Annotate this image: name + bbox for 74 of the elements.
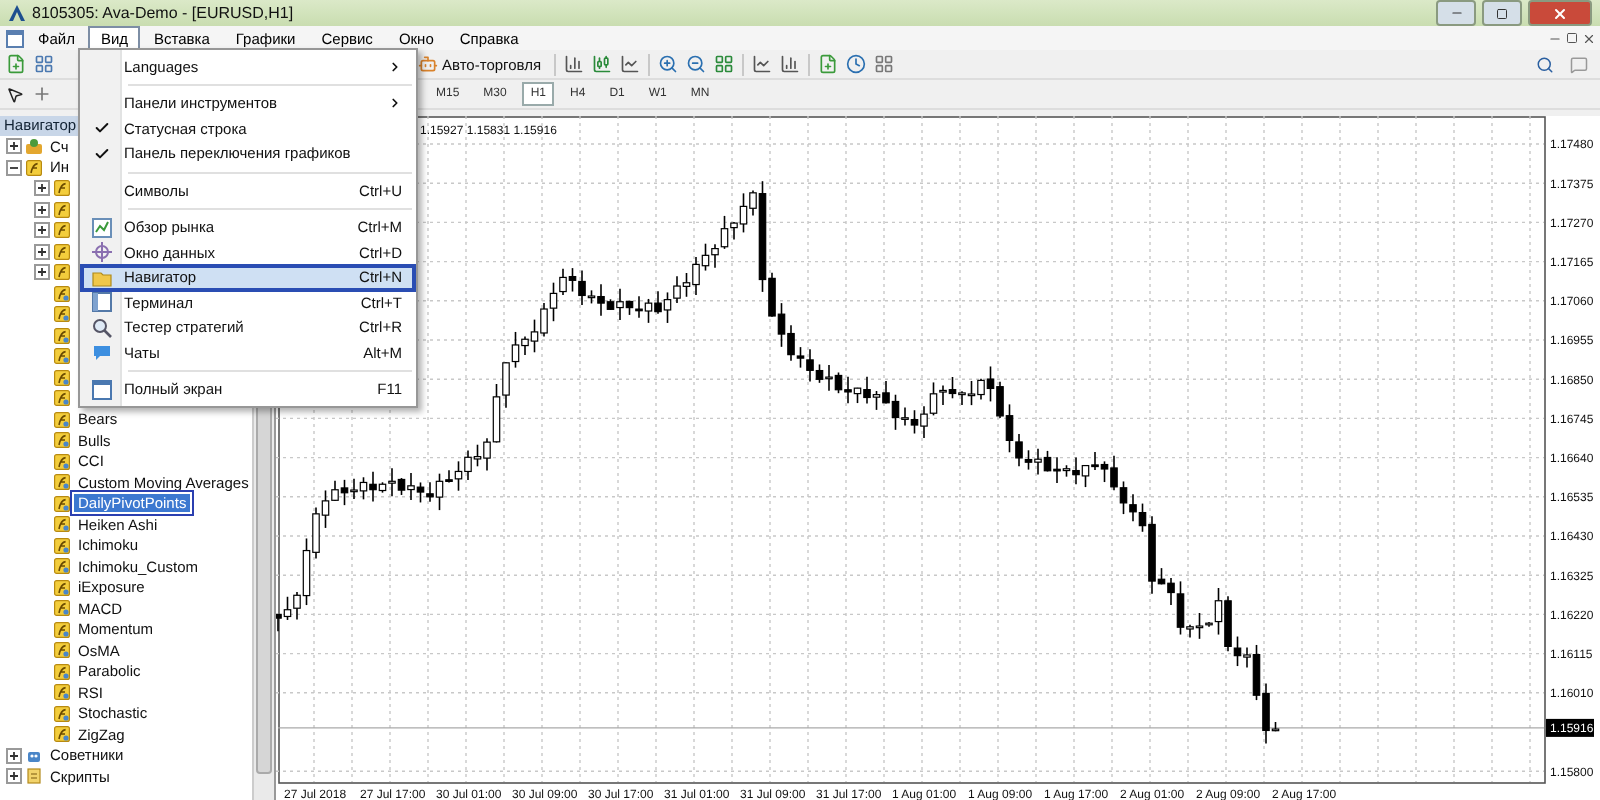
indicator-icon (54, 537, 70, 554)
indicator-icon (54, 264, 70, 281)
indicator-icon (54, 390, 70, 407)
indicator-icon (54, 516, 70, 533)
indicator-icon (54, 684, 70, 701)
profiles-icon[interactable] (34, 54, 54, 74)
minimize-icon (1449, 6, 1463, 20)
indicator-icon (54, 621, 70, 638)
tile-windows-icon[interactable] (713, 54, 734, 74)
indicator-icon (54, 432, 70, 449)
magnifier-icon (92, 317, 112, 338)
candlestick-icon[interactable] (591, 54, 612, 74)
autoscroll-icon[interactable] (779, 54, 800, 74)
indicator-icon (54, 558, 70, 575)
indicators-icon[interactable] (817, 54, 838, 74)
crosshair-icon (92, 242, 112, 263)
indicator-icon (54, 306, 70, 323)
close-button[interactable] (1528, 0, 1592, 26)
indicator-icon (54, 600, 70, 617)
indicator-icon (54, 411, 70, 428)
window-icon (92, 292, 112, 313)
expand-toggle[interactable] (34, 222, 50, 239)
expand-toggle[interactable] (6, 138, 22, 155)
indicator-icon (54, 285, 70, 302)
close-icon (1552, 5, 1568, 21)
robot-icon (26, 747, 42, 764)
indicator-icon (54, 327, 70, 344)
folder-icon (92, 267, 112, 288)
market-watch-icon (92, 217, 112, 238)
expand-toggle[interactable] (6, 768, 22, 785)
maximize-button[interactable] (1482, 0, 1522, 26)
fullscreen-icon (92, 379, 112, 400)
expand-toggle[interactable] (34, 180, 50, 197)
indicator-icon (54, 180, 70, 197)
expand-toggle[interactable] (34, 201, 50, 218)
collapse-toggle[interactable] (6, 159, 22, 176)
window-title: 8105305: Ava-Demo - [EURUSD,H1] (32, 4, 296, 22)
maximize-icon (1496, 7, 1508, 19)
indicator-icon (54, 243, 70, 260)
app-logo-icon (8, 4, 26, 22)
chart-shift-icon[interactable] (751, 54, 772, 74)
clock-icon[interactable] (845, 54, 866, 74)
close-icon[interactable] (1582, 31, 1596, 45)
search-icon[interactable] (1536, 55, 1554, 73)
indicator-icon (54, 663, 70, 680)
accounts-icon (26, 138, 42, 155)
indicator-icon (54, 474, 70, 491)
expand-toggle[interactable] (6, 747, 22, 764)
restore-icon[interactable] (1566, 31, 1578, 43)
price-chart[interactable] (276, 116, 1600, 800)
indicator-icon (54, 201, 70, 218)
cursor-icon[interactable] (6, 85, 24, 103)
script-icon (26, 768, 42, 785)
crosshair-icon[interactable] (32, 84, 52, 104)
indicator-icon (54, 369, 70, 386)
indicator-icon (54, 642, 70, 659)
indicator-icon (54, 495, 70, 512)
robot-icon (418, 54, 438, 74)
indicator-icon (54, 705, 70, 722)
zoom-in-icon[interactable] (657, 54, 678, 74)
indicator-icon (26, 159, 42, 176)
indicator-icon (54, 579, 70, 596)
chat-icon (92, 342, 112, 363)
expand-toggle[interactable] (34, 243, 50, 260)
indicator-icon (54, 222, 70, 239)
line-chart-icon[interactable] (619, 54, 640, 74)
indicator-icon (54, 348, 70, 365)
expand-toggle[interactable] (34, 264, 50, 281)
indicator-icon (54, 726, 70, 743)
zoom-out-icon[interactable] (685, 54, 706, 74)
new-chart-icon[interactable] (6, 54, 26, 74)
templates-icon[interactable] (873, 54, 894, 74)
indicator-icon (54, 453, 70, 470)
bar-chart-icon[interactable] (563, 54, 584, 74)
